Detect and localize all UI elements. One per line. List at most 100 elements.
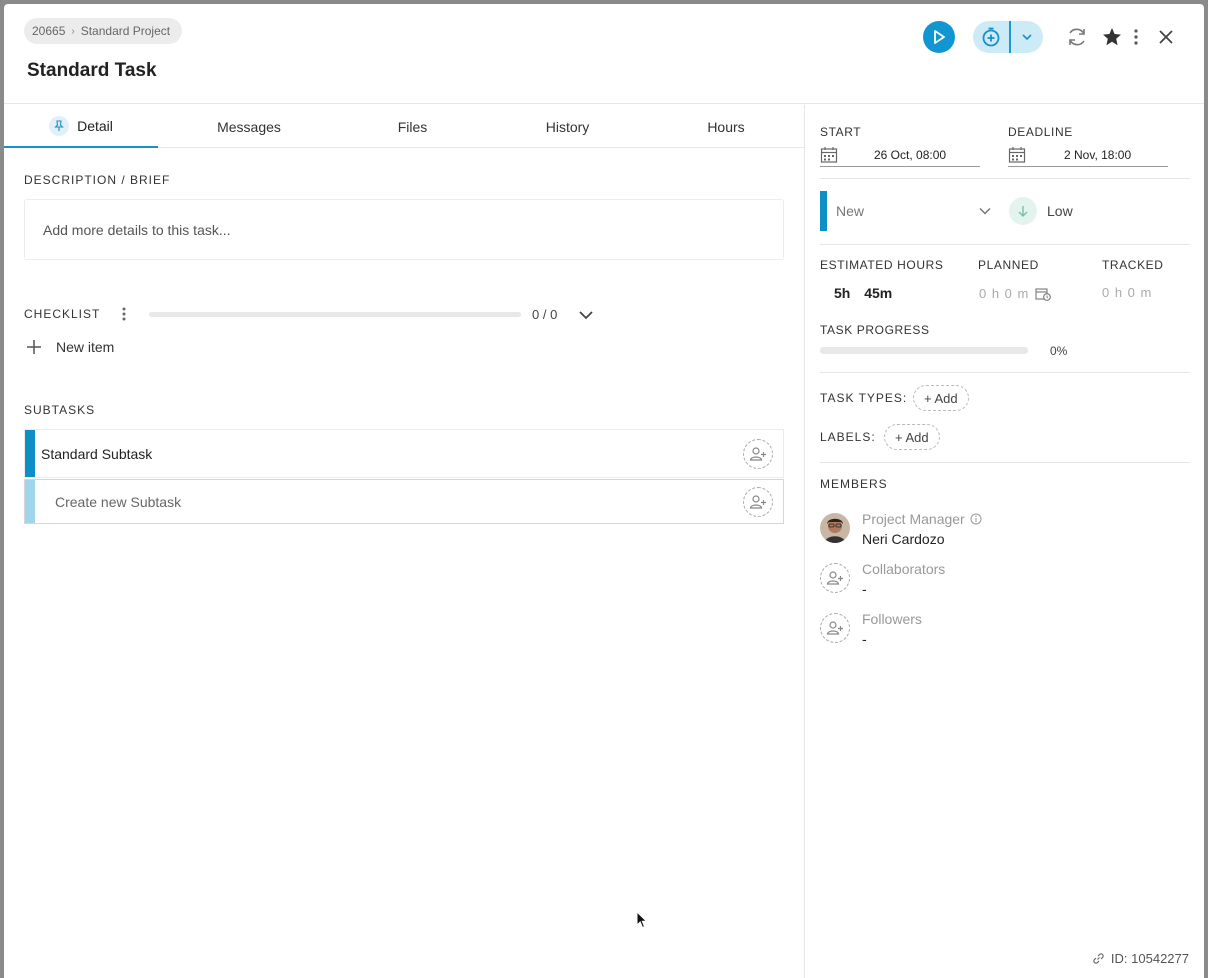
deadline-date-value: 2 Nov, 18:00 [1064,147,1132,162]
breadcrumb-project-name[interactable]: Standard Project [81,24,170,38]
planned-label: PLANNED [978,258,1039,272]
add-user-icon [749,495,766,509]
chevron-right-icon: › [71,25,75,37]
members-label: MEMBERS [820,477,888,491]
collaborators-label: Collaborators [862,561,946,577]
task-id[interactable]: ID: 10542277 [1092,951,1189,966]
tab-history[interactable]: History [494,105,641,148]
divider [820,178,1190,179]
calendar-icon [820,146,838,163]
task-progress-label: TASK PROGRESS [820,323,930,337]
modal-header: 20665 › Standard Project Standard Task [4,4,1204,104]
status-value: New [836,203,865,219]
task-modal: 20665 › Standard Project Standard Task D… [4,4,1204,978]
calendar-icon [1008,146,1026,163]
planned-value-field: 0 h 0 m [979,286,1052,301]
stopwatch-group [973,21,1043,53]
start-label: START [820,125,862,139]
description-label: DESCRIPTION / BRIEF [24,173,171,187]
start-date-field[interactable]: 26 Oct, 08:00 [820,143,980,167]
pin-icon [49,115,70,136]
arrow-down-icon [1009,197,1037,225]
star-icon [1103,28,1121,46]
estimated-hours-input[interactable]: 5h 45m [834,285,892,301]
tab-bar: Detail Messages Files History Hours [4,105,804,148]
close-button[interactable] [1157,28,1175,46]
add-label-button[interactable]: + Add [884,424,940,450]
chevron-down-icon [1022,34,1032,41]
tab-files[interactable]: Files [339,105,486,148]
start-timer-button[interactable] [923,21,955,53]
add-user-icon [826,621,843,635]
task-title[interactable]: Standard Task [27,60,157,82]
status-select[interactable]: New [827,191,992,231]
breadcrumb-project-id[interactable]: 20665 [32,24,65,38]
mouse-cursor-icon [636,911,648,929]
divider [820,462,1190,463]
create-subtask-input[interactable]: Create new Subtask [55,494,181,510]
task-progress-bar [820,347,1028,354]
chevron-down-icon [979,207,991,215]
checklist-menu-button[interactable] [121,306,127,327]
labels-label: LABELS: [820,430,876,444]
tab-detail[interactable]: Detail [4,105,158,148]
link-icon [1093,953,1104,964]
header-actions [923,21,1175,53]
breadcrumb[interactable]: 20665 › Standard Project [24,18,183,44]
divider [820,244,1190,245]
tab-hours[interactable]: Hours [652,105,800,148]
new-checklist-item-button[interactable]: New item [26,337,114,357]
checklist-label: CHECKLIST [24,307,101,321]
subtask-title[interactable]: Standard Subtask [41,446,152,462]
task-types-label: TASK TYPES: [820,391,908,405]
subtask-color-bar [25,430,35,477]
chevron-down-icon [579,311,593,320]
new-item-label: New item [56,339,115,355]
tracked-label: TRACKED [1102,258,1164,272]
project-manager-role: Project Manager [862,511,982,527]
checklist-collapse-button[interactable] [577,306,595,329]
planned-value: 0 h 0 m [979,286,1030,301]
stopwatch-dropdown-button[interactable] [1011,30,1043,44]
create-subtask-row[interactable]: Create new Subtask [24,479,784,524]
add-task-type-button[interactable]: + Add [913,385,969,411]
play-icon [934,30,945,44]
info-icon[interactable] [970,513,982,525]
favorite-button[interactable] [1101,26,1123,48]
more-vertical-icon [122,307,126,321]
followers-value: - [862,631,867,647]
stopwatch-button[interactable] [973,21,1011,53]
more-options-button[interactable] [1133,28,1139,46]
add-collaborator-button[interactable] [820,563,850,593]
deadline-label: DEADLINE [1008,125,1073,139]
refresh-button[interactable] [1065,25,1089,49]
subtask-row[interactable]: Standard Subtask [24,429,784,478]
deadline-date-field[interactable]: 2 Nov, 18:00 [1008,143,1168,167]
task-id-text: ID: 10542277 [1110,951,1189,966]
followers-label: Followers [862,611,922,627]
assign-member-button[interactable] [743,487,773,517]
add-user-icon [749,447,766,461]
priority-value: Low [1047,203,1073,219]
divider [820,372,1190,373]
calendar-clock-icon[interactable] [1035,287,1052,301]
checklist-progress-bar [149,312,521,317]
tab-messages[interactable]: Messages [174,105,324,148]
checklist-count: 0 / 0 [532,307,558,322]
description-field[interactable]: Add more details to this task... [24,199,784,260]
close-icon [1159,30,1173,44]
refresh-icon [1069,28,1085,46]
left-panel: Detail Messages Files History Hours DESC… [4,105,804,978]
subtasks-label: SUBTASKS [24,403,96,417]
stopwatch-plus-icon [982,27,1000,47]
subtask-color-bar [25,480,35,523]
add-follower-button[interactable] [820,613,850,643]
priority-select[interactable]: Low [1009,197,1073,225]
more-vertical-icon [1134,29,1138,45]
avatar[interactable] [820,513,850,543]
estimated-hours-m: 45m [864,285,893,301]
assign-member-button[interactable] [743,439,773,469]
project-manager-name[interactable]: Neri Cardozo [862,531,944,547]
plus-icon [27,340,41,354]
status-color-bar [820,191,827,231]
